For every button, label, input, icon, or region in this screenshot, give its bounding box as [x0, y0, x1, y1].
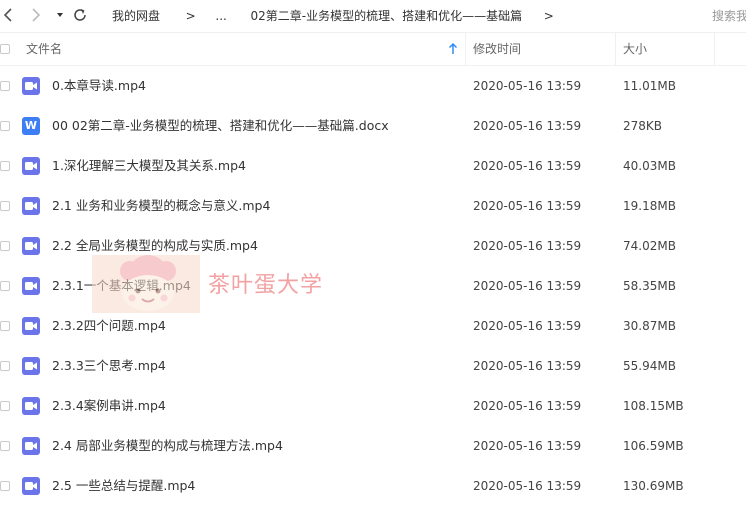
row-checkbox[interactable] [0, 281, 10, 291]
file-row[interactable]: 2.3.3三个思考.mp4 2020-05-16 13:59 55.94MB [0, 346, 746, 386]
video-file-icon [22, 397, 40, 415]
column-divider[interactable] [714, 33, 715, 65]
file-modified-date: 2020-05-16 13:59 [473, 439, 582, 453]
video-file-icon [22, 477, 40, 495]
video-file-icon [22, 77, 40, 95]
row-checkbox[interactable] [0, 161, 10, 171]
file-modified-date: 2020-05-16 13:59 [473, 319, 582, 333]
row-checkbox[interactable] [0, 201, 10, 211]
caret-down-icon [57, 13, 63, 17]
video-file-icon [22, 277, 40, 295]
row-checkbox[interactable] [0, 481, 10, 491]
top-toolbar: 我的网盘 > ... 02第二章-业务模型的梳理、搭建和优化——基础篇 > 搜索… [0, 0, 746, 33]
file-size: 278KB [623, 119, 663, 133]
file-size: 74.02MB [623, 239, 676, 253]
row-checkbox[interactable] [0, 441, 10, 451]
forward-button[interactable] [30, 5, 42, 25]
file-size: 40.03MB [623, 159, 676, 173]
file-modified-date: 2020-05-16 13:59 [473, 239, 582, 253]
column-header-size[interactable]: 大小 [623, 33, 647, 65]
file-row[interactable]: 2.3.4案例串讲.mp4 2020-05-16 13:59 108.15MB [0, 386, 746, 426]
row-checkbox[interactable] [0, 121, 10, 131]
file-modified-date: 2020-05-16 13:59 [473, 279, 582, 293]
refresh-icon [74, 9, 86, 21]
file-name[interactable]: 2.5 一些总结与提醒.mp4 [52, 466, 195, 506]
file-size: 130.69MB [623, 479, 684, 493]
video-file-icon [22, 317, 40, 335]
file-name[interactable]: 0.本章导读.mp4 [52, 66, 146, 106]
file-row[interactable]: 2.5 一些总结与提醒.mp4 2020-05-16 13:59 130.69M… [0, 466, 746, 506]
row-checkbox[interactable] [0, 401, 10, 411]
file-modified-date: 2020-05-16 13:59 [473, 119, 582, 133]
file-size: 30.87MB [623, 319, 676, 333]
file-modified-date: 2020-05-16 13:59 [473, 79, 582, 93]
file-name[interactable]: 2.3.4案例串讲.mp4 [52, 386, 166, 426]
file-row[interactable]: 2.4 局部业务模型的构成与梳理方法.mp4 2020-05-16 13:59 … [0, 426, 746, 466]
file-modified-date: 2020-05-16 13:59 [473, 199, 582, 213]
word-document-icon: W [22, 117, 40, 135]
file-row[interactable]: 2.1 业务和业务模型的概念与意义.mp4 2020-05-16 13:59 1… [0, 186, 746, 226]
row-checkbox[interactable] [0, 361, 10, 371]
file-modified-date: 2020-05-16 13:59 [473, 159, 582, 173]
file-modified-date: 2020-05-16 13:59 [473, 479, 582, 493]
watermark-text: 茶叶蛋大学 [208, 273, 324, 298]
sort-arrow-up-icon[interactable] [448, 33, 458, 65]
refresh-button[interactable] [72, 5, 88, 25]
breadcrumb: 我的网盘 > ... 02第二章-业务模型的梳理、搭建和优化——基础篇 > [112, 7, 554, 24]
breadcrumb-separator: > [185, 9, 196, 23]
video-file-icon [22, 357, 40, 375]
file-size: 55.94MB [623, 359, 676, 373]
cartoon-face-logo [92, 255, 200, 313]
file-size: 106.59MB [623, 439, 684, 453]
column-divider[interactable] [615, 33, 616, 65]
history-dropdown-button[interactable] [55, 5, 65, 25]
file-size: 19.18MB [623, 199, 676, 213]
column-header-modified[interactable]: 修改时间 [473, 33, 521, 65]
breadcrumb-ellipsis[interactable]: ... [215, 9, 226, 23]
file-row[interactable]: 1.深化理解三大模型及其关系.mp4 2020-05-16 13:59 40.0… [0, 146, 746, 186]
row-checkbox[interactable] [0, 321, 10, 331]
breadcrumb-item-my-drive[interactable]: 我的网盘 [112, 9, 160, 23]
video-file-icon [22, 197, 40, 215]
file-row[interactable]: 0.本章导读.mp4 2020-05-16 13:59 11.01MB [0, 66, 746, 106]
select-all-checkbox[interactable] [0, 44, 10, 54]
file-list-header: 文件名 修改时间 大小 [0, 33, 746, 66]
file-size: 108.15MB [623, 399, 684, 413]
column-divider[interactable] [465, 33, 466, 65]
file-name[interactable]: 2.3.3三个思考.mp4 [52, 346, 166, 386]
video-file-icon [22, 157, 40, 175]
chevron-right-icon [32, 8, 41, 22]
file-size: 58.35MB [623, 279, 676, 293]
arrow-up-icon [448, 42, 458, 54]
row-checkbox[interactable] [0, 81, 10, 91]
video-file-icon [22, 237, 40, 255]
file-name[interactable]: 2.4 局部业务模型的构成与梳理方法.mp4 [52, 426, 283, 466]
chevron-left-icon [3, 8, 12, 22]
breadcrumb-separator: > [543, 9, 554, 23]
file-modified-date: 2020-05-16 13:59 [473, 399, 582, 413]
watermark: 茶叶蛋大学 [92, 255, 352, 313]
breadcrumb-item-current-folder[interactable]: 02第二章-业务模型的梳理、搭建和优化——基础篇 [251, 9, 523, 23]
file-name[interactable]: 1.深化理解三大模型及其关系.mp4 [52, 146, 246, 186]
file-name[interactable]: 2.1 业务和业务模型的概念与意义.mp4 [52, 186, 270, 226]
file-name[interactable]: 00 02第二章-业务模型的梳理、搭建和优化——基础篇.docx [52, 106, 389, 146]
file-size: 11.01MB [623, 79, 676, 93]
back-button[interactable] [2, 5, 14, 25]
column-header-name[interactable]: 文件名 [26, 33, 62, 65]
file-row[interactable]: W 00 02第二章-业务模型的梳理、搭建和优化——基础篇.docx 2020-… [0, 106, 746, 146]
file-modified-date: 2020-05-16 13:59 [473, 359, 582, 373]
video-file-icon [22, 437, 40, 455]
row-checkbox[interactable] [0, 241, 10, 251]
search-input[interactable]: 搜索我 [712, 7, 746, 24]
